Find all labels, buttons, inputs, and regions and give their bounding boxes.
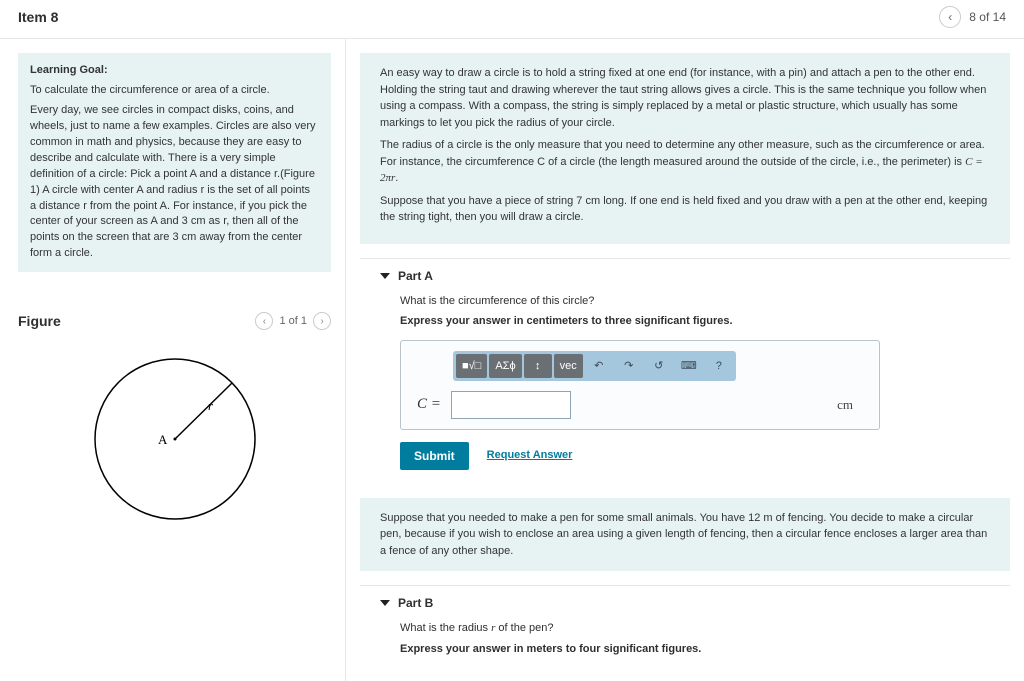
- learning-goal-text: To calculate the circumference or area o…: [30, 83, 319, 99]
- part-b: Part B What is the radius r of the pen? …: [360, 585, 1010, 681]
- left-column: Learning Goal: To calculate the circumfe…: [0, 39, 345, 681]
- submit-button[interactable]: Submit: [400, 442, 469, 470]
- figure-pager: ‹ 1 of 1 ›: [255, 312, 331, 330]
- request-answer-link[interactable]: Request Answer: [487, 447, 573, 464]
- part-a-title: Part A: [398, 269, 433, 283]
- part-a-header[interactable]: Part A: [360, 259, 1010, 289]
- greek-button[interactable]: ΑΣϕ: [489, 354, 521, 378]
- keyboard-button[interactable]: ⌨: [675, 354, 703, 378]
- unit-label: cm: [837, 395, 863, 415]
- sort-button[interactable]: ↕: [524, 354, 552, 378]
- intro-p1: An easy way to draw a circle is to hold …: [380, 65, 990, 131]
- part-a: Part A What is the circumference of this…: [360, 258, 1010, 484]
- caret-down-icon: [380, 600, 390, 606]
- part-b-header[interactable]: Part B: [360, 586, 1010, 616]
- circle-figure: A r: [80, 344, 270, 534]
- answer-box: ■√□ ΑΣϕ ↕ vec ↶ ↷ ↺ ⌨ ? C = cm: [400, 340, 880, 430]
- page-indicator: 8 of 14: [969, 10, 1006, 24]
- figure-page-indicator: 1 of 1: [279, 315, 307, 327]
- figure-title: Figure: [18, 313, 61, 329]
- caret-down-icon: [380, 273, 390, 279]
- answer-input[interactable]: [451, 391, 571, 419]
- part-b-instruction: Express your answer in meters to four si…: [400, 641, 990, 658]
- intro-p3: Suppose that you have a piece of string …: [380, 193, 990, 226]
- part-b-question: What is the radius r of the pen?: [400, 620, 990, 637]
- figure-header: Figure ‹ 1 of 1 ›: [18, 312, 331, 330]
- top-bar: Item 8 ‹ 8 of 14: [0, 0, 1024, 39]
- part-a-question: What is the circumference of this circle…: [400, 293, 990, 310]
- prev-item-button[interactable]: ‹: [939, 6, 961, 28]
- part-b-body: What is the radius r of the pen? Express…: [360, 620, 1010, 681]
- help-button[interactable]: ?: [705, 354, 733, 378]
- part-a-instruction: Express your answer in centimeters to th…: [400, 313, 990, 330]
- equation-row: C = cm: [417, 391, 863, 419]
- vec-button[interactable]: vec: [554, 354, 583, 378]
- learning-goal-box: Learning Goal: To calculate the circumfe…: [18, 53, 331, 272]
- intro-p2: The radius of a circle is the only measu…: [380, 137, 990, 187]
- reset-button[interactable]: ↺: [645, 354, 673, 378]
- part-a-actions: Submit Request Answer: [400, 442, 990, 470]
- figure-center-label: A: [158, 432, 168, 447]
- redo-button[interactable]: ↷: [615, 354, 643, 378]
- intro-block: An easy way to draw a circle is to hold …: [360, 53, 1010, 244]
- figure-prev-button[interactable]: ‹: [255, 312, 273, 330]
- part-a-body: What is the circumference of this circle…: [360, 293, 1010, 484]
- pager: ‹ 8 of 14: [939, 6, 1006, 28]
- mid-block: Suppose that you needed to make a pen fo…: [360, 498, 1010, 572]
- template-button[interactable]: ■√□: [456, 354, 487, 378]
- learning-goal-para: Every day, we see circles in compact dis…: [30, 103, 319, 262]
- undo-button[interactable]: ↶: [585, 354, 613, 378]
- figure-radius-label: r: [208, 398, 214, 413]
- figure-next-button[interactable]: ›: [313, 312, 331, 330]
- learning-goal-label: Learning Goal:: [30, 64, 108, 76]
- part-b-title: Part B: [398, 596, 433, 610]
- equation-toolbar: ■√□ ΑΣϕ ↕ vec ↶ ↷ ↺ ⌨ ?: [453, 351, 736, 381]
- equation-label: C =: [417, 393, 441, 416]
- right-column: An easy way to draw a circle is to hold …: [345, 39, 1024, 681]
- item-title: Item 8: [18, 9, 58, 25]
- figure-area: A r: [18, 338, 331, 543]
